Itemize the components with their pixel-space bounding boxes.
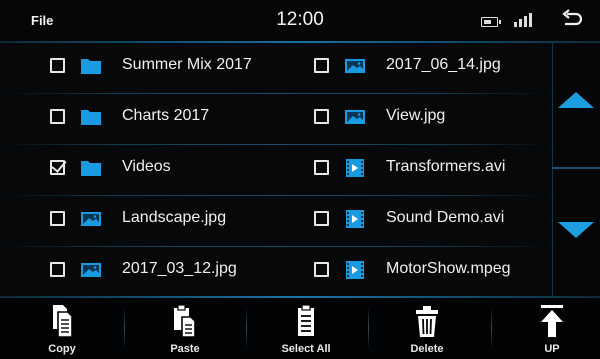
- checkbox[interactable]: [50, 211, 65, 226]
- file-name: Transformers.avi: [386, 158, 506, 175]
- scroll-up-button[interactable]: [558, 92, 594, 108]
- file-item[interactable]: MotorShow.mpeg: [314, 247, 554, 298]
- file-item[interactable]: View.jpg: [314, 94, 554, 145]
- checkbox[interactable]: [314, 109, 329, 124]
- back-icon[interactable]: [560, 8, 584, 32]
- checkbox-checked[interactable]: [50, 160, 65, 175]
- up-label: UP: [544, 343, 560, 355]
- checkbox[interactable]: [50, 58, 65, 73]
- file-item[interactable]: Sound Demo.avi: [314, 196, 554, 247]
- folder-icon: [80, 158, 102, 178]
- video-file-icon: [344, 260, 366, 280]
- file-name: 2017_06_14.jpg: [386, 56, 501, 73]
- image-file-icon: [80, 260, 102, 280]
- file-name: Videos: [122, 158, 171, 175]
- file-browser-screen: File 12:00 Summer Mix 2017 2017_06_14.jpg…: [0, 0, 600, 359]
- signal-icon: [514, 13, 532, 27]
- delete-label: Delete: [410, 343, 444, 355]
- file-name: Landscape.jpg: [122, 209, 227, 226]
- file-name: MotorShow.mpeg: [386, 260, 511, 277]
- clock: 12:00: [276, 9, 324, 30]
- status-bar: File 12:00: [0, 0, 600, 43]
- checkbox[interactable]: [314, 262, 329, 277]
- up-arrow-icon: [541, 305, 563, 337]
- checkbox[interactable]: [314, 160, 329, 175]
- copy-label: Copy: [48, 343, 76, 355]
- image-file-icon: [344, 56, 366, 76]
- up-button[interactable]: UP: [492, 298, 600, 359]
- checkbox[interactable]: [50, 262, 65, 277]
- scroll-column: [552, 43, 600, 296]
- select-all-label: Select All: [281, 343, 331, 355]
- folder-icon: [80, 107, 102, 127]
- clipboard-list-icon: [298, 304, 314, 336]
- video-file-icon: [344, 209, 366, 229]
- file-list: Summer Mix 2017 2017_06_14.jpg Charts 2017…: [0, 43, 552, 296]
- file-item[interactable]: Landscape.jpg: [50, 196, 290, 247]
- file-item[interactable]: Summer Mix 2017: [50, 43, 290, 94]
- file-name: 2017_03_12.jpg: [122, 260, 237, 277]
- delete-button[interactable]: Delete: [367, 298, 487, 359]
- copy-button[interactable]: Copy: [2, 298, 122, 359]
- image-file-icon: [80, 209, 102, 229]
- toolbar: Copy Paste Select All Delete UP: [0, 296, 600, 359]
- folder-icon: [80, 56, 102, 76]
- file-name: View.jpg: [386, 107, 446, 124]
- copy-icon: [53, 305, 73, 338]
- trash-icon: [416, 306, 438, 337]
- file-name: Sound Demo.avi: [386, 209, 505, 226]
- file-item[interactable]: Charts 2017: [50, 94, 290, 145]
- image-file-icon: [344, 107, 366, 127]
- checkbox[interactable]: [314, 211, 329, 226]
- battery-icon: [481, 17, 501, 27]
- file-item[interactable]: Videos: [50, 145, 290, 196]
- file-item[interactable]: Transformers.avi: [314, 145, 554, 196]
- file-name: Summer Mix 2017: [122, 56, 252, 73]
- video-file-icon: [344, 158, 366, 178]
- file-name: Charts 2017: [122, 107, 210, 124]
- paste-icon: [174, 304, 196, 338]
- checkbox[interactable]: [50, 109, 65, 124]
- paste-button[interactable]: Paste: [125, 298, 245, 359]
- paste-label: Paste: [170, 343, 200, 355]
- file-item[interactable]: 2017_06_14.jpg: [314, 43, 554, 94]
- select-all-button[interactable]: Select All: [246, 298, 366, 359]
- file-item[interactable]: 2017_03_12.jpg: [50, 247, 290, 298]
- checkbox[interactable]: [314, 58, 329, 73]
- scroll-down-button[interactable]: [558, 222, 594, 238]
